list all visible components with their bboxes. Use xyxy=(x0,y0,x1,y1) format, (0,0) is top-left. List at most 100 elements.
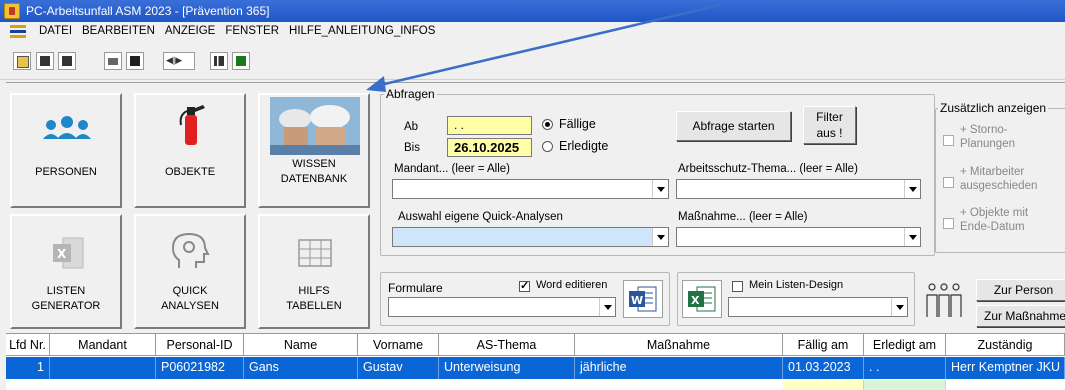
col-erledigt-am[interactable]: Erledigt am xyxy=(864,333,946,356)
formulare-combo[interactable] xyxy=(388,297,616,317)
chevron-down-icon[interactable] xyxy=(891,298,907,316)
save-icon[interactable] xyxy=(126,52,144,70)
col-zustaendig[interactable]: Zuständig xyxy=(946,333,1065,356)
excel-icon[interactable]: X xyxy=(682,280,722,318)
window-title: PC-Arbeitsunfall ASM 2023 - [Prävention … xyxy=(26,4,270,18)
abfrage-starten-button[interactable]: Abfrage starten xyxy=(676,111,791,141)
chevron-down-icon[interactable] xyxy=(904,180,920,198)
zusaetzlich-title: Zusätzlich anzeigen xyxy=(938,101,1049,115)
bis-date-field[interactable]: 26.10.2025 xyxy=(447,138,532,157)
filter-aus-button[interactable]: Filter aus ! xyxy=(803,106,856,144)
thema-combo[interactable] xyxy=(676,179,921,199)
chevron-down-icon[interactable] xyxy=(652,228,668,246)
word-editieren-label: Word editieren xyxy=(536,279,608,291)
cell-massnahme[interactable]: jährliche xyxy=(575,357,783,379)
mitarbeiter-label: + Mitarbeiter ausgeschieden xyxy=(960,166,1038,192)
storno-checkbox[interactable] xyxy=(943,135,954,146)
col-lfd-nr[interactable]: Lfd Nr. xyxy=(6,333,50,356)
cell-vorname[interactable]: Gustav xyxy=(358,357,439,379)
listen-design-checkbox[interactable] xyxy=(732,281,743,292)
menu-hilfe[interactable]: HILFE_ANLEITUNG_INFOS xyxy=(289,25,435,37)
quick-analysen-combo[interactable] xyxy=(392,227,669,247)
quick-analysen-label: Auswahl eigene Quick-Analysen xyxy=(398,211,563,223)
col-massnahme[interactable]: Maßnahme xyxy=(575,333,783,356)
svg-text:X: X xyxy=(57,247,67,261)
ab-date-field[interactable]: . . xyxy=(447,116,532,135)
listen-generator-button[interactable]: X LISTEN GENERATOR xyxy=(10,214,122,329)
cell-zustaendig[interactable]: Herr Kemptner JKU xyxy=(946,357,1065,379)
title-bar: PC-Arbeitsunfall ASM 2023 - [Prävention … xyxy=(0,0,1065,22)
cell-faellig-am[interactable]: 01.03.2023 xyxy=(783,357,864,379)
listen-label: LISTEN GENERATOR xyxy=(31,285,101,312)
objekte-button[interactable]: OBJEKTE xyxy=(134,93,246,208)
objekte-ende-checkbox[interactable] xyxy=(943,218,954,229)
trash-icon[interactable] xyxy=(58,52,76,70)
head-gear-icon xyxy=(149,230,233,274)
storno-label: + Storno- Planungen xyxy=(960,124,1015,150)
objekte-ende-label: + Objekte mit Ende-Datum xyxy=(960,207,1029,233)
hilfs-label: HILFS TABELLEN xyxy=(286,285,342,312)
listen-design-combo[interactable] xyxy=(728,297,908,317)
svg-text:X: X xyxy=(691,294,700,307)
massnahme-label: Maßnahme... (leer = Alle) xyxy=(678,211,808,223)
col-name[interactable]: Name xyxy=(244,333,358,356)
massnahme-combo[interactable] xyxy=(676,227,921,247)
menu-bearbeiten[interactable]: BEARBEITEN xyxy=(82,25,155,37)
cell-lfd-nr[interactable]: 1 xyxy=(6,357,50,379)
col-personal-id[interactable]: Personal-ID xyxy=(156,333,244,356)
main-panel: PERSONEN OBJEKTE WISSEN DATENBANK X LIST… xyxy=(6,82,1065,332)
first-last-nav-icon[interactable] xyxy=(163,52,195,70)
col-mandant[interactable]: Mandant xyxy=(50,333,156,356)
radio-faellige[interactable] xyxy=(542,119,553,130)
excel-file-icon: X xyxy=(25,234,109,274)
next-row-erledigt[interactable] xyxy=(864,380,946,390)
table-icon[interactable] xyxy=(210,52,228,70)
people-icon xyxy=(25,99,109,159)
personen-button[interactable]: PERSONEN xyxy=(10,93,122,208)
print-icon[interactable] xyxy=(104,52,122,70)
zur-massnahme-button[interactable]: Zur Maßnahme xyxy=(976,305,1065,327)
mandant-combo[interactable] xyxy=(392,179,669,199)
objekte-label: OBJEKTE xyxy=(164,166,216,178)
cell-personal-id[interactable]: P06021982 xyxy=(156,357,244,379)
menu-datei[interactable]: DATEI xyxy=(39,25,72,37)
chevron-down-icon[interactable] xyxy=(652,180,668,198)
col-faellig-am[interactable]: Fällig am xyxy=(783,333,864,356)
abfragen-title: Abfragen xyxy=(384,87,437,101)
col-as-thema[interactable]: AS-Thema xyxy=(439,333,575,356)
wissen-datenbank-button[interactable]: WISSEN DATENBANK xyxy=(258,93,370,208)
document-icon[interactable] xyxy=(36,52,54,70)
workers-photo-icon xyxy=(270,97,360,155)
table-green-icon[interactable] xyxy=(232,52,250,70)
wissen-label: WISSEN DATENBANK xyxy=(280,158,348,185)
personen-label: PERSONEN xyxy=(35,166,97,178)
chevron-down-icon[interactable] xyxy=(599,298,615,316)
cell-mandant[interactable] xyxy=(50,357,156,379)
zur-person-button[interactable]: Zur Person xyxy=(976,279,1065,301)
folder-open-icon[interactable] xyxy=(13,52,31,70)
cell-name[interactable]: Gans xyxy=(244,357,358,379)
chevron-down-icon[interactable] xyxy=(904,228,920,246)
radio-erledigte-label: Erledigte xyxy=(559,139,609,153)
next-row-faellig[interactable] xyxy=(783,380,864,390)
word-editieren-checkbox[interactable] xyxy=(519,279,530,292)
cell-as-thema[interactable]: Unterweisung xyxy=(439,357,575,379)
word-icon[interactable]: W xyxy=(623,280,663,318)
cell-erledigt-am[interactable]: . . xyxy=(864,357,946,379)
app-icon[interactable] xyxy=(4,3,20,19)
toolbar xyxy=(0,42,1065,80)
quick-analysen-button[interactable]: QUICK ANALYSEN xyxy=(134,214,246,329)
col-vorname[interactable]: Vorname xyxy=(358,333,439,356)
menu-fenster[interactable]: FENSTER xyxy=(225,25,279,37)
mandant-label: Mandant... (leer = Alle) xyxy=(394,163,511,175)
radio-erledigte[interactable] xyxy=(542,141,553,152)
formulare-label: Formulare xyxy=(388,281,443,295)
svg-text:W: W xyxy=(631,294,643,307)
thema-label: Arbeitsschutz-Thema... (leer = Alle) xyxy=(678,163,858,175)
mdi-window-icon[interactable] xyxy=(10,24,26,40)
radio-faellige-label: Fällige xyxy=(559,117,596,131)
menu-anzeige[interactable]: ANZEIGE xyxy=(165,25,215,37)
hilfs-tabellen-button[interactable]: HILFS TABELLEN xyxy=(258,214,370,329)
quick-label: QUICK ANALYSEN xyxy=(161,285,219,312)
mitarbeiter-checkbox[interactable] xyxy=(943,177,954,188)
